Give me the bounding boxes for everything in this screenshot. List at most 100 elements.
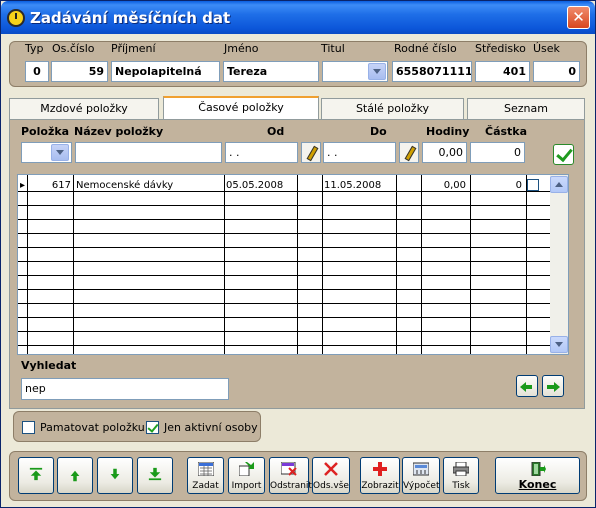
zobrazit-button[interactable]: Zobrazit	[360, 457, 400, 494]
search-input[interactable]: nep	[21, 378, 229, 400]
title-bar: Zadávání měsíčních dat ✕	[1, 1, 595, 34]
pamatovat-label: Pamatovat položku	[40, 421, 145, 434]
od-pencil-icon[interactable]	[301, 142, 321, 163]
konec-label: Konec	[518, 478, 557, 491]
table-row[interactable]	[18, 221, 552, 234]
cell-hodiny: 0,00	[443, 180, 466, 191]
calculator-icon	[413, 462, 429, 476]
tab-seznam[interactable]: Seznam	[467, 98, 585, 120]
main-window: Zadávání měsíčních dat ✕ Typ Os.číslo Př…	[0, 0, 596, 508]
rodne-cislo-field[interactable]: 6558071111	[392, 61, 472, 82]
tab-casove-polozky[interactable]: Časové položky	[163, 96, 319, 121]
options-group: Pamatovat položku Jen aktivní osoby	[13, 411, 261, 442]
label-vyhledat: Vyhledat	[21, 359, 77, 372]
stredisko-field[interactable]: 401	[475, 61, 530, 82]
move-up-button[interactable]	[57, 457, 93, 494]
table-row[interactable]	[18, 347, 552, 354]
tisk-label: Tisk	[452, 481, 470, 491]
table-row[interactable]	[18, 263, 552, 276]
do-pencil-icon[interactable]	[399, 142, 419, 163]
label-jmeno: Jméno	[224, 42, 259, 55]
label-castka: Částka	[485, 125, 528, 138]
items-table[interactable]: ▸ 617 Nemocenské dávky 05.05.2008 11.05.…	[17, 174, 569, 355]
zadat-button[interactable]: Zadat	[187, 457, 224, 494]
odstranit-icon	[281, 462, 297, 476]
import-button[interactable]: Import	[228, 457, 265, 494]
move-first-button[interactable]	[18, 457, 54, 494]
close-button[interactable]: ✕	[567, 6, 590, 29]
vypocet-button[interactable]: Výpočet	[402, 457, 440, 494]
next-button[interactable]	[542, 375, 564, 397]
table-row[interactable]	[18, 277, 552, 290]
ods-vse-button[interactable]: Ods.vše	[312, 457, 350, 494]
table-row[interactable]	[18, 235, 552, 248]
arrow-down-icon	[110, 468, 120, 480]
usek-field[interactable]: 0	[533, 61, 580, 82]
tisk-button[interactable]: Tisk	[443, 457, 479, 494]
table-row[interactable]	[18, 305, 552, 318]
typ-field[interactable]: 0	[25, 61, 49, 82]
table-row[interactable]	[18, 319, 552, 332]
aktivni-osoby-checkbox[interactable]	[146, 421, 159, 434]
label-titul: Titul	[321, 42, 345, 55]
table-scrollbar[interactable]	[550, 175, 568, 354]
label-od: Od	[267, 125, 285, 138]
castka-field[interactable]: 0	[470, 142, 525, 163]
konec-button[interactable]: Konec	[495, 457, 580, 494]
titul-dropdown-arrow-icon[interactable]	[368, 63, 386, 80]
ods-vse-label: Ods.vše	[313, 481, 349, 491]
arrow-top-icon	[29, 467, 43, 481]
cell-castka: 0	[515, 180, 522, 191]
scroll-down-icon[interactable]	[550, 336, 568, 353]
printer-icon	[453, 462, 469, 476]
arrow-right-shaft	[547, 385, 554, 389]
jmeno-field[interactable]: Tereza	[223, 61, 319, 82]
table-row[interactable]: ▸ 617 Nemocenské dávky 05.05.2008 11.05.…	[18, 179, 552, 192]
polozka-dropdown-arrow-icon[interactable]	[51, 144, 69, 161]
prev-button[interactable]	[516, 375, 538, 397]
move-down-button[interactable]	[97, 457, 133, 494]
tab-mzdove-polozky[interactable]: Mzdové položky	[9, 98, 159, 120]
zadat-icon	[197, 462, 214, 476]
import-label: Import	[231, 481, 262, 491]
confirm-check-icon[interactable]	[553, 144, 574, 165]
row-pointer-icon: ▸	[20, 180, 26, 191]
row-checkbox[interactable]	[527, 179, 539, 191]
cell-od: 05.05.2008	[226, 180, 284, 191]
odstranit-label: Odstranit	[270, 481, 312, 491]
zobrazit-label: Zobrazit	[361, 481, 399, 491]
odstranit-button[interactable]: Odstranit	[269, 457, 312, 494]
prijmeni-field[interactable]: Nepolapitelná	[111, 61, 220, 82]
exit-door-icon	[531, 462, 546, 476]
table-row[interactable]	[18, 193, 552, 206]
table-row[interactable]	[18, 291, 552, 304]
move-last-button[interactable]	[137, 457, 173, 494]
table-row[interactable]	[18, 249, 552, 262]
label-do: Do	[370, 125, 387, 138]
label-stredisko: Středisko	[475, 42, 526, 55]
od-date-field[interactable]: . .	[225, 142, 298, 163]
table-row[interactable]	[18, 207, 552, 220]
arrow-up-icon	[70, 470, 80, 482]
nazev-polozky-field[interactable]	[75, 142, 222, 163]
label-usek: Úsek	[533, 42, 560, 55]
vypocet-label: Výpočet	[403, 481, 440, 491]
arrow-left-shaft	[525, 385, 532, 389]
aktivni-osoby-label: Jen aktivní osoby	[164, 421, 258, 434]
arrow-right-icon	[554, 382, 560, 392]
window-title: Zadávání měsíčních dat	[30, 9, 231, 27]
label-hodiny: Hodiny	[426, 125, 470, 138]
employee-header-group: Typ Os.číslo Příjmení Jméno Titul Rodné …	[9, 41, 587, 87]
table-row[interactable]	[18, 333, 552, 346]
pamatovat-checkbox[interactable]	[22, 421, 35, 434]
do-date-field[interactable]: . .	[323, 142, 396, 163]
os-cislo-field[interactable]: 59	[51, 61, 108, 82]
label-polozka: Položka	[21, 125, 70, 138]
tab-stale-polozky[interactable]: Stálé položky	[321, 98, 464, 120]
hodiny-field[interactable]: 0,00	[422, 142, 467, 163]
scroll-up-icon[interactable]	[550, 176, 568, 193]
label-rodne-cislo: Rodné číslo	[394, 42, 457, 55]
label-prijmeni: Příjmení	[111, 42, 156, 55]
label-typ: Typ	[25, 42, 44, 55]
arrow-bottom-icon	[148, 467, 162, 481]
